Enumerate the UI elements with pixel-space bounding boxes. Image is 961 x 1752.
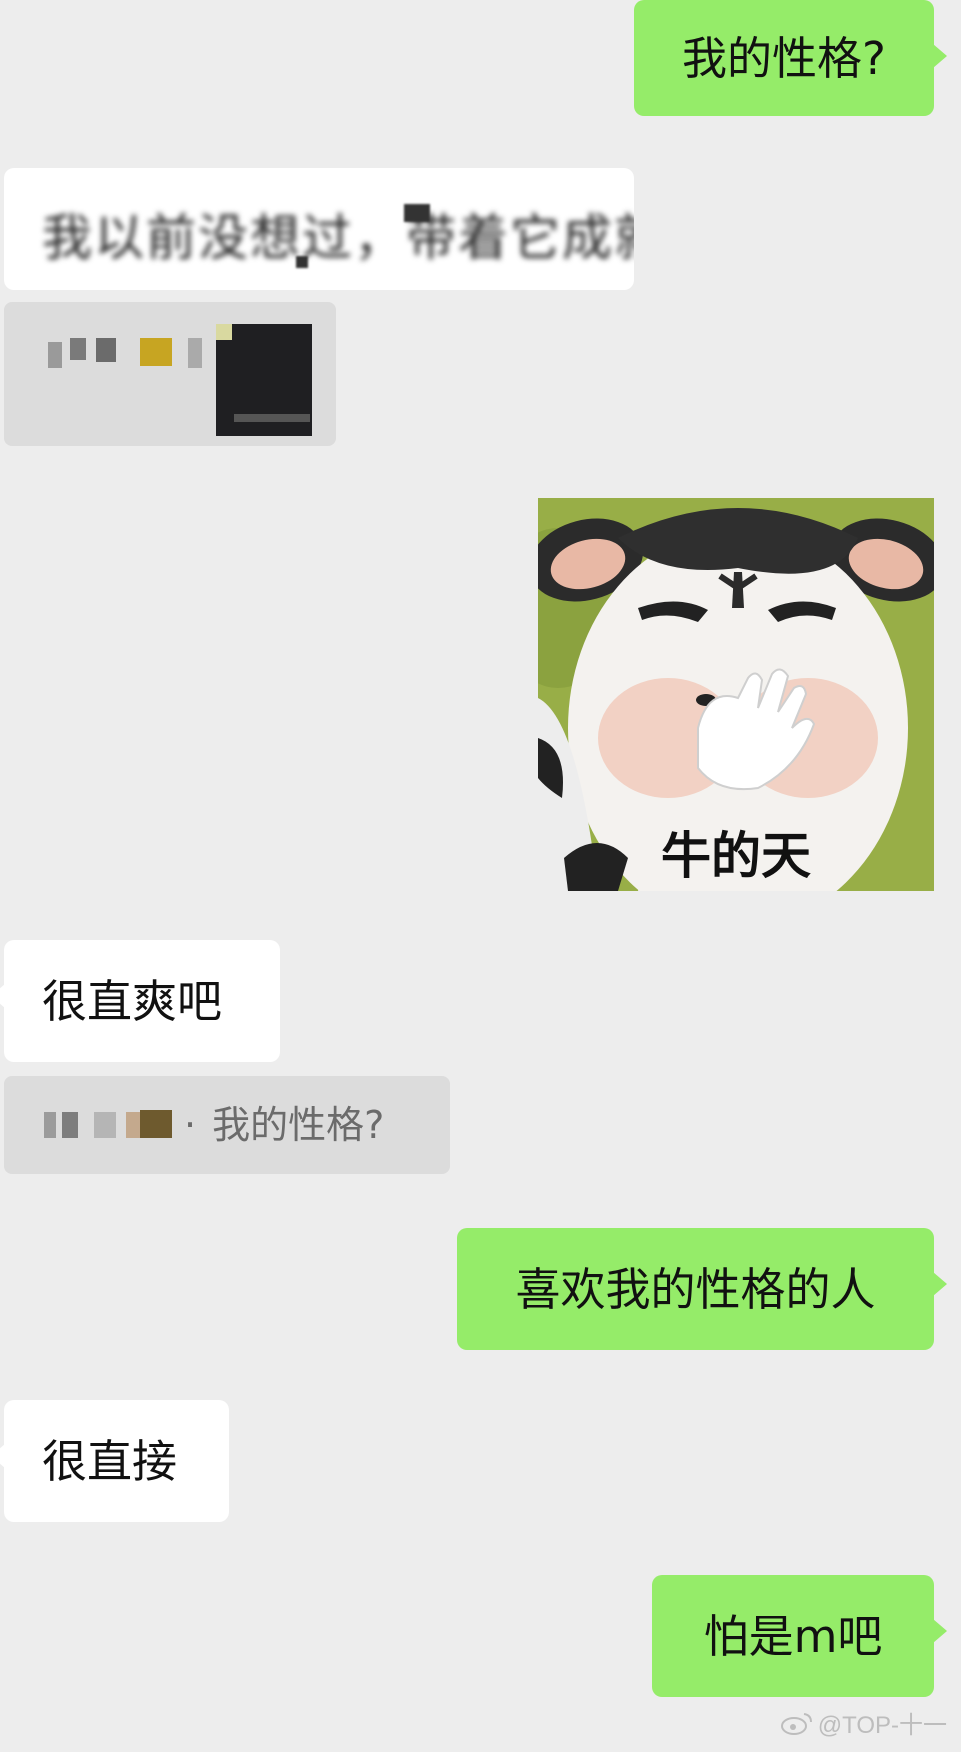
quote-text: 我的性格?	[212, 1103, 385, 1147]
quote-sender-pixelated	[44, 1108, 174, 1142]
message-bubble-sent[interactable]: 我的性格?	[634, 0, 947, 116]
message-bubble-received[interactable]: 很直爽吧	[0, 940, 280, 1062]
watermark-text: @TOP-十一	[817, 1712, 947, 1739]
watermark: @TOP-十一	[780, 1705, 947, 1740]
message-bubble-received[interactable]: 很直接	[0, 1400, 229, 1522]
message-bubble-sent[interactable]: 怕是m吧	[652, 1575, 947, 1697]
message-bubble-received-blurred[interactable]: 我以前没想过，带着它成就感	[4, 168, 634, 290]
reply-quote[interactable]: · 我的性格?	[4, 1076, 450, 1174]
weibo-logo-icon	[780, 1712, 812, 1735]
message-text-blurred: 我以前没想过，带着它成就感	[42, 209, 634, 267]
pixelated-image-message[interactable]	[4, 302, 336, 446]
cow-sticker-image[interactable]: 牛的天	[538, 498, 934, 891]
message-text: 喜欢我的性格的人	[515, 1262, 876, 1316]
message-text: 很直爽吧	[42, 974, 223, 1028]
sticker-caption: 牛的天	[661, 827, 811, 885]
quote-separator: ·	[184, 1103, 197, 1147]
message-text: 很直接	[42, 1434, 178, 1488]
message-text: 我的性格?	[682, 31, 886, 85]
message-text: 怕是m吧	[703, 1609, 883, 1663]
message-bubble-sent[interactable]: 喜欢我的性格的人	[457, 1228, 947, 1350]
